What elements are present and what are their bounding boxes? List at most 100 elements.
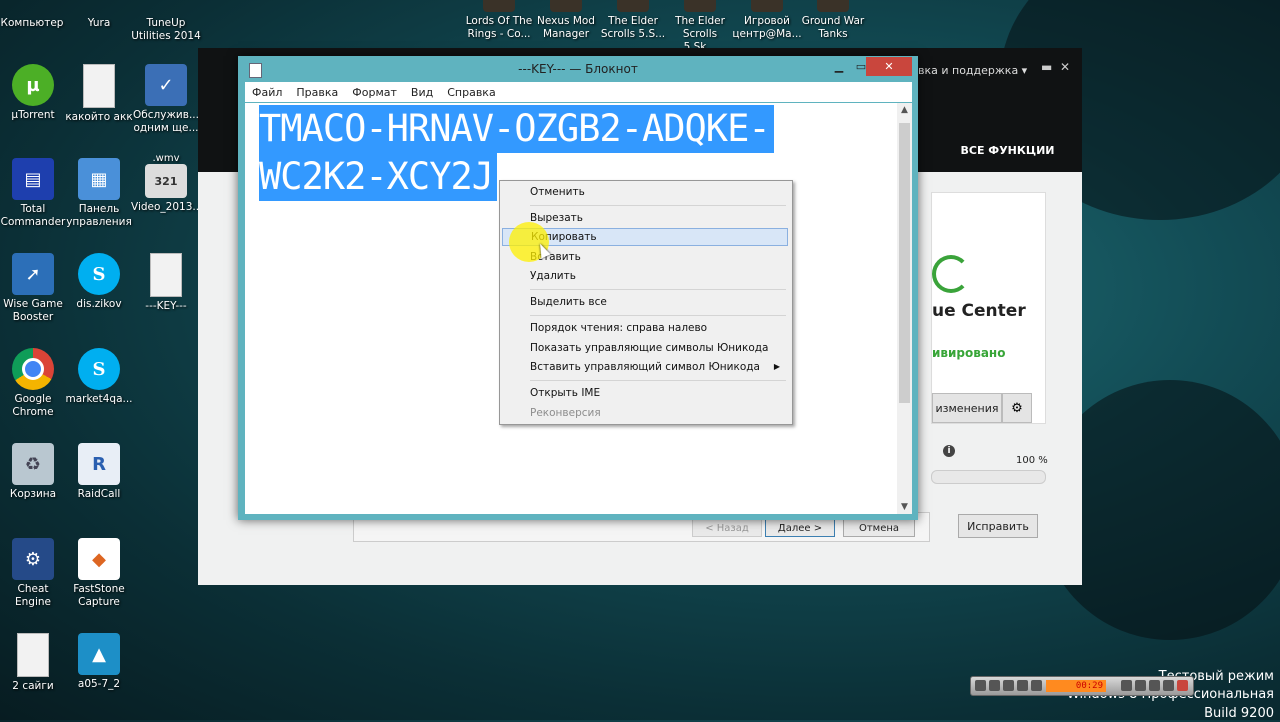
image-file-icon: ▲	[78, 633, 120, 675]
user-folder-icon	[78, 0, 120, 14]
desktop-icon-nexus[interactable]: Nexus Mod Manager	[531, 0, 601, 41]
menu-separator	[530, 380, 786, 381]
record-icon[interactable]	[975, 680, 986, 691]
tuneup-icon	[145, 0, 187, 14]
desktop-icon-label: µTorrent	[11, 109, 55, 121]
desktop-icon-chrome[interactable]: Google Chrome	[0, 348, 68, 419]
file-extension-badge: .wmv	[152, 153, 180, 164]
menu-view[interactable]: Вид	[404, 86, 440, 99]
desktop-icon-video[interactable]: .wmv 321 Video_2013...	[131, 153, 202, 214]
desktop-icon-label: market4qa...	[65, 393, 133, 405]
selected-text-line-1: TMACO-HRNAV-OZGB2-ADQKE-	[259, 105, 774, 153]
menu-separator	[530, 315, 786, 316]
desktop-icon-lotr[interactable]: Lords Of The Rings - Co...	[464, 0, 534, 41]
menu-item-show-unicode[interactable]: Показать управляющие символы Юникода	[502, 339, 788, 357]
desktop-icon-tuneup[interactable]: TuneUp Utilities 2014	[131, 0, 201, 43]
menu-item-reconversion: Реконверсия	[530, 407, 601, 419]
menu-help[interactable]: Справка	[440, 86, 502, 99]
menu-item-select-all[interactable]: Выделить все	[502, 293, 788, 311]
desktop-icon-label: Yura	[87, 17, 111, 29]
desktop-icon-computer[interactable]: Компьютер	[0, 0, 67, 30]
close-icon[interactable]	[1177, 680, 1188, 691]
panel-status: ивировано	[932, 346, 1006, 360]
changes-button[interactable]: изменения	[932, 393, 1002, 423]
menu-item-undo[interactable]: Отменить	[502, 183, 788, 201]
menu-separator	[530, 205, 786, 206]
desktop-icon-label: Total Commander	[0, 203, 66, 228]
desktop-icon-wise-game-booster[interactable]: ➚ Wise Game Booster	[0, 253, 68, 324]
close-icon[interactable]: ✕	[866, 57, 912, 76]
desktop-icon-elder-scrolls-1[interactable]: The Elder Scrolls 5.S...	[598, 0, 668, 41]
desktop-icon-faststone[interactable]: ◆ FastStone Capture	[64, 538, 134, 609]
minimize-icon[interactable]: ▬	[1041, 60, 1052, 74]
menu-edit[interactable]: Правка	[289, 86, 345, 99]
desktop-icon-a05[interactable]: ▲ a05-7_2	[64, 633, 134, 691]
prev-icon[interactable]	[1017, 680, 1028, 691]
desktop-icon-maintenance[interactable]: ✓ Обслужив... одним ще...	[131, 64, 201, 135]
recycle-bin-icon: ♻	[12, 443, 54, 485]
settings-icon[interactable]	[1121, 680, 1132, 691]
status-panel: ue Center ивировано изменения ⚙	[931, 192, 1046, 424]
menu-item-open-ime[interactable]: Открыть IME	[502, 384, 788, 402]
menu-item-rtl-order[interactable]: Порядок чтения: справа налево	[502, 319, 788, 337]
scroll-thumb[interactable]	[899, 123, 910, 403]
desktop-icon-utorrent[interactable]: µ µTorrent	[0, 64, 68, 122]
window-title: ---KEY--- — Блокнот	[518, 62, 638, 76]
close-icon[interactable]: ✕	[1060, 60, 1070, 74]
scroll-up-icon[interactable]: ▲	[897, 105, 912, 115]
desktop-icon-total-commander[interactable]: ▤ Total Commander	[0, 158, 68, 229]
desktop-icon-ground-war[interactable]: Ground War Tanks	[798, 0, 868, 41]
desktop-icon-control-panel[interactable]: ▦ Панель управления	[64, 158, 134, 229]
mic-icon[interactable]	[1149, 680, 1160, 691]
pause-icon[interactable]	[989, 680, 1000, 691]
desktop-icon-recycle-bin[interactable]: ♻ Корзина	[0, 443, 68, 501]
desktop-icon-yura[interactable]: Yura	[64, 0, 134, 30]
desktop-icon-game-center[interactable]: Игровой центр@Ma...	[732, 0, 802, 41]
desktop-icon-dis-zikov[interactable]: S dis.zikov	[64, 253, 134, 311]
scroll-down-icon[interactable]: ▼	[897, 502, 912, 512]
next-icon[interactable]	[1031, 680, 1042, 691]
menu-item-delete[interactable]: Удалить	[502, 267, 788, 285]
menu-format[interactable]: Формат	[345, 86, 404, 99]
back-button[interactable]: < Назад	[692, 519, 762, 537]
desktop-icon-label: Обслужив... одним ще...	[133, 109, 199, 134]
desktop-icon-label: Игровой центр@Ma...	[732, 15, 802, 40]
info-icon[interactable]: i	[943, 445, 955, 457]
cancel-button[interactable]: Отмена	[843, 519, 915, 537]
menu-bar: Файл Правка Формат Вид Справка	[245, 82, 912, 102]
next-button[interactable]: Далее >	[765, 519, 835, 537]
menu-item-cut[interactable]: Вырезать	[502, 209, 788, 227]
context-menu: Отменить Вырезать Копировать Вставить Уд…	[499, 180, 793, 425]
desktop-icon-elder-scrolls-2[interactable]: The Elder Scrolls 5.Sk...	[665, 0, 735, 54]
desktop-icon-label: ---KEY---	[145, 300, 187, 312]
fix-button[interactable]: Исправить	[958, 514, 1038, 538]
menu-separator	[530, 289, 786, 290]
document-icon	[17, 633, 49, 677]
gear-icon[interactable]: ⚙	[1002, 393, 1032, 423]
support-menu[interactable]: вка и поддержка ▾	[918, 64, 1027, 77]
desktop-icon-market4qa[interactable]: S market4qa...	[64, 348, 134, 406]
maintenance-icon: ✓	[145, 64, 187, 106]
desktop-icon-label: a05-7_2	[77, 678, 121, 690]
desktop-icon-label: FastStone Capture	[73, 583, 125, 608]
volume-icon[interactable]	[1163, 680, 1174, 691]
panel-title: ue Center	[932, 301, 1026, 321]
tab-all-functions[interactable]: ВСЕ ФУНКЦИИ	[933, 128, 1082, 172]
desktop-icon-label: Ground War Tanks	[801, 15, 865, 40]
desktop-icon-cheat-engine[interactable]: ⚙ Cheat Engine	[0, 538, 68, 609]
skype-icon: S	[78, 253, 120, 295]
menu-item-insert-unicode[interactable]: Вставить управляющий символ Юникода ▶	[502, 358, 788, 376]
desktop-icon-label: Nexus Mod Manager	[537, 15, 595, 40]
rocket-icon: ➚	[12, 253, 54, 295]
desktop-icon-raidcall[interactable]: R RaidCall	[64, 443, 134, 501]
camera-icon[interactable]	[1135, 680, 1146, 691]
desktop-icon-kakoito[interactable]: какойто акк	[64, 64, 134, 124]
vertical-scrollbar[interactable]: ▲ ▼	[897, 103, 912, 514]
desktop-icon-2-saigi[interactable]: 2 сайги	[0, 633, 68, 693]
desktop-icon-label: 2 сайги	[12, 680, 54, 692]
desktop-icon-key-file[interactable]: ---KEY---	[131, 253, 201, 313]
faststone-icon: ◆	[78, 538, 120, 580]
minimize-icon[interactable]: ▁	[828, 57, 850, 76]
menu-file[interactable]: Файл	[245, 86, 289, 99]
stop-icon[interactable]	[1003, 680, 1014, 691]
